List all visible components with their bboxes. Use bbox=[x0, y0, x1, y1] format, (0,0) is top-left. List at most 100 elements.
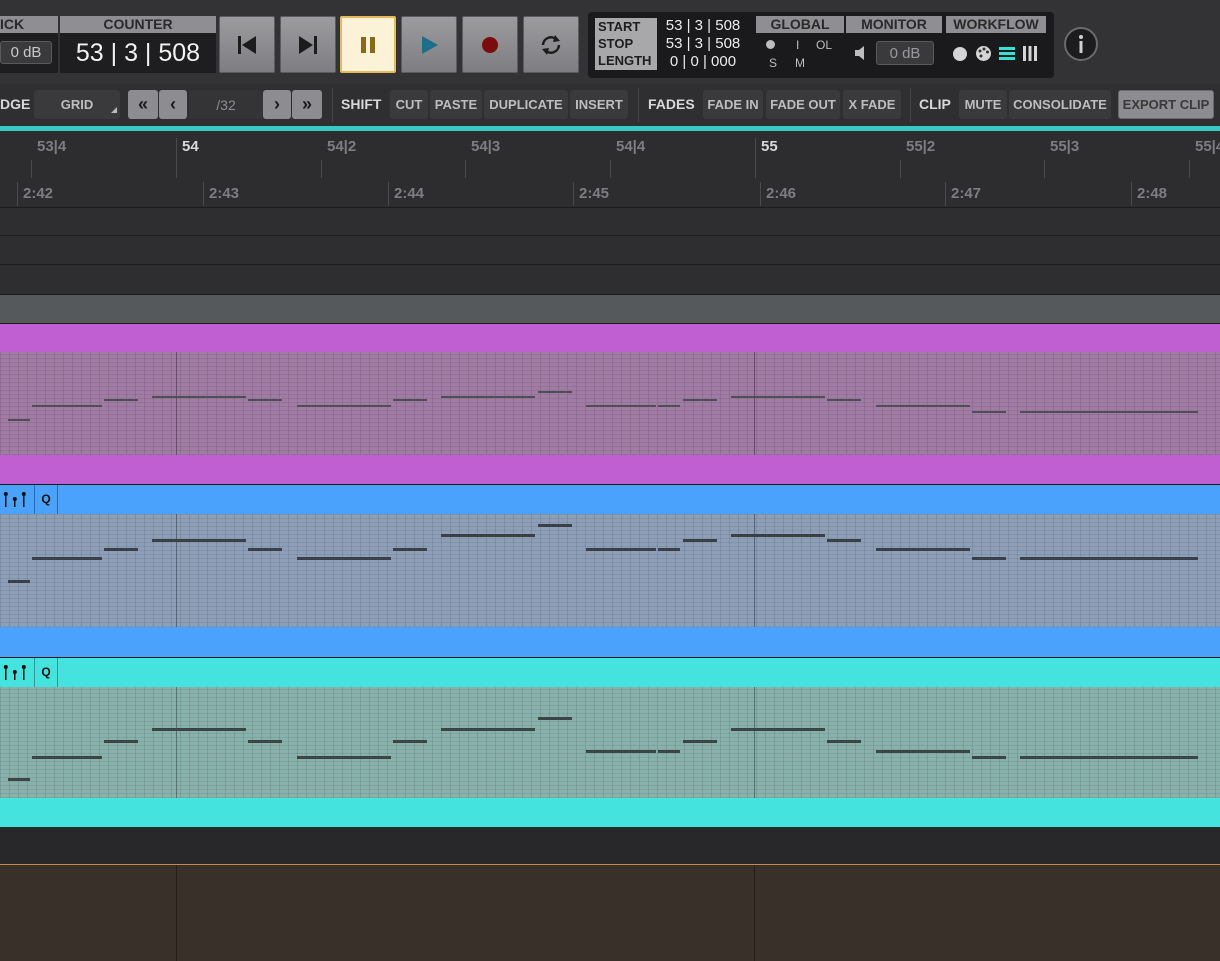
nudge-far-right-button[interactable]: » bbox=[292, 90, 322, 119]
skip-back-button[interactable] bbox=[219, 16, 275, 73]
x-fade-button[interactable]: X FADE bbox=[843, 90, 901, 119]
track-lane[interactable] bbox=[0, 208, 1220, 236]
global-mute-toggle[interactable]: M bbox=[795, 56, 805, 70]
midi-note[interactable] bbox=[8, 580, 30, 583]
insert-button[interactable]: INSERT bbox=[570, 90, 628, 119]
click-volume[interactable]: 0 dB bbox=[0, 41, 52, 64]
midi-note[interactable] bbox=[683, 399, 717, 401]
midi-note[interactable] bbox=[658, 548, 680, 551]
midi-note[interactable] bbox=[32, 756, 102, 759]
midi-note[interactable] bbox=[393, 740, 427, 743]
mute-button[interactable]: MUTE bbox=[959, 90, 1007, 119]
grid-dropdown[interactable]: GRID bbox=[34, 90, 120, 119]
loop-button[interactable] bbox=[523, 16, 579, 73]
midi-note[interactable] bbox=[658, 405, 680, 407]
midi-note[interactable] bbox=[104, 740, 138, 743]
midi-note[interactable] bbox=[972, 557, 1006, 560]
midi-note[interactable] bbox=[297, 756, 391, 759]
nudge-division[interactable]: /32 bbox=[189, 90, 263, 119]
audio-clip-brown[interactable] bbox=[0, 865, 1220, 961]
midi-note[interactable] bbox=[876, 750, 970, 753]
info-button[interactable] bbox=[1064, 27, 1098, 61]
midi-note[interactable] bbox=[538, 717, 572, 720]
midi-note[interactable] bbox=[1020, 411, 1198, 413]
paste-button[interactable]: PASTE bbox=[430, 90, 482, 119]
length-value[interactable]: 0 | 0 | 000 bbox=[660, 53, 746, 70]
midi-note[interactable] bbox=[876, 548, 970, 551]
midi-note[interactable] bbox=[586, 750, 656, 753]
workflow-mixer-icon[interactable] bbox=[1022, 46, 1038, 61]
track-lane[interactable] bbox=[0, 827, 1220, 864]
global-solo-toggle[interactable]: S bbox=[769, 56, 777, 70]
midi-clip-cyan[interactable]: Q bbox=[0, 658, 1220, 827]
midi-note[interactable] bbox=[8, 778, 30, 781]
midi-note[interactable] bbox=[972, 756, 1006, 759]
duplicate-button[interactable]: DUPLICATE bbox=[484, 90, 568, 119]
record-button[interactable] bbox=[462, 16, 518, 73]
midi-note[interactable] bbox=[393, 399, 427, 401]
midi-note[interactable] bbox=[731, 396, 825, 398]
midi-clip-blue[interactable]: Q bbox=[0, 485, 1220, 657]
midi-note[interactable] bbox=[658, 750, 680, 753]
midi-note[interactable] bbox=[393, 548, 427, 551]
midi-note[interactable] bbox=[1020, 756, 1198, 759]
quantize-button[interactable]: Q bbox=[34, 658, 58, 687]
export-clip-button[interactable]: EXPORT CLIP bbox=[1118, 90, 1214, 119]
midi-note[interactable] bbox=[152, 539, 246, 542]
midi-note[interactable] bbox=[152, 728, 246, 731]
fade-in-button[interactable]: FADE IN bbox=[703, 90, 763, 119]
skip-forward-button[interactable] bbox=[280, 16, 336, 73]
midi-note[interactable] bbox=[152, 396, 246, 398]
workflow-record-icon[interactable] bbox=[953, 47, 967, 61]
quantize-button[interactable]: Q bbox=[34, 485, 58, 514]
time-ruler[interactable] bbox=[0, 178, 1220, 208]
midi-note[interactable] bbox=[297, 557, 391, 560]
global-dot-icon[interactable] bbox=[766, 40, 775, 49]
midi-note[interactable] bbox=[972, 411, 1006, 413]
speaker-icon[interactable] bbox=[854, 45, 870, 61]
velocity-icon[interactable] bbox=[3, 664, 29, 680]
midi-note[interactable] bbox=[731, 534, 825, 537]
midi-note[interactable] bbox=[683, 539, 717, 542]
track-lane-selected[interactable] bbox=[0, 295, 1220, 324]
nudge-right-button[interactable]: › bbox=[263, 90, 291, 119]
nudge-left-button[interactable]: ‹ bbox=[159, 90, 187, 119]
midi-clip-purple[interactable] bbox=[0, 324, 1220, 484]
midi-note[interactable] bbox=[248, 740, 282, 743]
midi-note[interactable] bbox=[248, 399, 282, 401]
nudge-far-left-button[interactable]: « bbox=[128, 90, 158, 119]
midi-note[interactable] bbox=[297, 405, 391, 407]
midi-note[interactable] bbox=[1020, 557, 1198, 560]
workflow-tracks-icon[interactable] bbox=[999, 46, 1015, 61]
midi-note[interactable] bbox=[104, 399, 138, 401]
global-ol-toggle[interactable]: OL bbox=[816, 38, 832, 52]
midi-note[interactable] bbox=[32, 405, 102, 407]
workflow-palette-icon[interactable] bbox=[975, 45, 992, 62]
track-lane[interactable] bbox=[0, 265, 1220, 295]
midi-note[interactable] bbox=[441, 534, 535, 537]
cut-button[interactable]: CUT bbox=[390, 90, 428, 119]
pause-button[interactable] bbox=[340, 16, 396, 73]
midi-note[interactable] bbox=[827, 740, 861, 743]
midi-note[interactable] bbox=[104, 548, 138, 551]
midi-note[interactable] bbox=[538, 524, 572, 527]
midi-note[interactable] bbox=[827, 539, 861, 542]
stop-value[interactable]: 53 | 3 | 508 bbox=[660, 35, 746, 52]
track-lane[interactable] bbox=[0, 236, 1220, 265]
velocity-icon[interactable] bbox=[3, 491, 29, 507]
midi-note[interactable] bbox=[876, 405, 970, 407]
global-input-toggle[interactable]: I bbox=[796, 38, 799, 52]
midi-note[interactable] bbox=[441, 728, 535, 731]
monitor-volume[interactable]: 0 dB bbox=[876, 41, 934, 65]
midi-note[interactable] bbox=[248, 548, 282, 551]
fade-out-button[interactable]: FADE OUT bbox=[766, 90, 840, 119]
consolidate-button[interactable]: CONSOLIDATE bbox=[1009, 90, 1111, 119]
midi-note[interactable] bbox=[827, 399, 861, 401]
play-button[interactable] bbox=[401, 16, 457, 73]
midi-note[interactable] bbox=[8, 419, 30, 421]
midi-note[interactable] bbox=[32, 557, 102, 560]
midi-note[interactable] bbox=[731, 728, 825, 731]
midi-note[interactable] bbox=[586, 548, 656, 551]
midi-note[interactable] bbox=[538, 391, 572, 393]
midi-note[interactable] bbox=[441, 396, 535, 398]
